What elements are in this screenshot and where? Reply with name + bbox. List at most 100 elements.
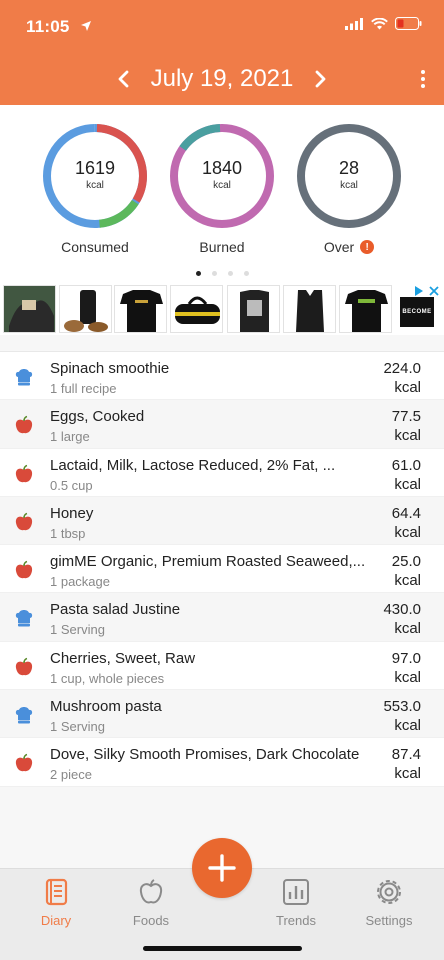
- diary-entry-row[interactable]: Honey 1 tbsp 64.4 kcal: [0, 496, 444, 546]
- more-dot: [421, 70, 425, 74]
- burned-ring-card[interactable]: 1840 kcal Burned: [167, 121, 277, 255]
- entry-kcal: 77.5: [391, 408, 421, 426]
- next-day-button[interactable]: [301, 62, 341, 96]
- page-indicator[interactable]: [0, 271, 444, 276]
- apple-icon: [14, 415, 34, 435]
- ad-product-image[interactable]: [227, 285, 280, 333]
- entry-kcal: 553.0: [383, 698, 421, 716]
- page-dot: [211, 271, 217, 276]
- entry-unit: kcal: [394, 523, 421, 541]
- entry-name: Honey: [50, 504, 94, 522]
- consumed-ring-card[interactable]: 1619 kcal Consumed: [40, 121, 150, 255]
- cellular-signal-icon: [345, 17, 364, 35]
- diary-entry-row[interactable]: Spinach smoothie 1 full recipe 224.0 kcal: [0, 352, 444, 401]
- entry-unit: kcal: [394, 620, 421, 638]
- chevron-left-icon: [118, 70, 129, 88]
- entry-kcal: 97.0: [391, 649, 421, 667]
- entry-unit: kcal: [394, 379, 421, 396]
- tab-foods[interactable]: Foods: [111, 877, 191, 928]
- home-indicator[interactable]: [143, 946, 302, 951]
- tab-settings-label: Settings: [365, 913, 413, 928]
- apple-icon: [14, 753, 34, 773]
- entry-unit: kcal: [394, 427, 421, 445]
- add-entry-button[interactable]: [192, 838, 252, 898]
- diary-entry-row[interactable]: Pasta salad Justine 1 Serving 430.0 kcal: [0, 593, 444, 642]
- over-ring-card[interactable]: 28 kcal Over !: [294, 121, 404, 255]
- warning-icon[interactable]: !: [360, 240, 375, 254]
- diary-entry-row[interactable]: Dove, Silky Smooth Promises, Dark Chocol…: [0, 738, 444, 787]
- entry-name: Dove, Silky Smooth Promises, Dark Chocol…: [50, 746, 360, 764]
- diary-entry-row[interactable]: Cherries, Sweet, Raw 1 cup, whole pieces 9…: [0, 641, 444, 691]
- ad-brand-logo[interactable]: BECOME: [400, 297, 434, 327]
- apple-icon: [14, 512, 34, 532]
- entry-unit: kcal: [394, 717, 421, 735]
- ad-choices-badge[interactable]: [413, 285, 440, 297]
- burned-unit: kcal: [213, 180, 231, 191]
- app-header: 11:05 July 19, 2021: [0, 0, 444, 105]
- apple-icon: [14, 464, 34, 484]
- ad-product-image[interactable]: [339, 285, 392, 333]
- burned-label: Burned: [199, 239, 245, 255]
- more-dot: [421, 84, 425, 88]
- page-dot-active: [195, 271, 201, 276]
- entry-name: Spinach smoothie: [50, 360, 170, 377]
- ad-banner[interactable]: BECOME: [0, 283, 444, 335]
- consumed-ring: 1619 kcal: [40, 121, 150, 231]
- entry-portion: 1 full recipe: [50, 381, 117, 396]
- burned-value: 1840: [201, 158, 243, 178]
- more-options-button[interactable]: [416, 66, 430, 92]
- wifi-icon: [371, 17, 388, 35]
- status-time: 11:05: [26, 17, 70, 36]
- ad-product-image[interactable]: [114, 285, 167, 333]
- tab-diary[interactable]: Diary: [16, 877, 96, 928]
- calorie-summary[interactable]: 1619 kcal Consumed 1840 kcal Burned 28 k…: [0, 105, 444, 283]
- ad-product-image[interactable]: [3, 285, 56, 333]
- diary-entry-row[interactable]: Eggs, Cooked 1 large 77.5 kcal: [0, 400, 444, 449]
- current-date[interactable]: July 19, 2021: [143, 65, 302, 93]
- recipe-icon: [14, 608, 34, 628]
- entry-portion: 1 tbsp: [50, 525, 86, 541]
- entry-name: Cherries, Sweet, Raw: [50, 649, 196, 667]
- ad-product-image[interactable]: [59, 285, 112, 333]
- tab-foods-label: Foods: [132, 913, 170, 928]
- plus-icon: [208, 854, 236, 882]
- tab-settings[interactable]: Settings: [349, 877, 429, 928]
- ad-info-icon: [415, 286, 423, 296]
- entry-name: Pasta salad Justine: [50, 601, 181, 619]
- entry-kcal: 61.0: [391, 456, 421, 474]
- entry-name: gimME Organic, Premium Roasted Seaweed,.…: [50, 553, 366, 571]
- apple-icon: [14, 560, 34, 580]
- entry-kcal: 64.4: [391, 504, 421, 522]
- entry-portion: 1 Serving: [50, 719, 105, 735]
- apple-icon: [14, 657, 34, 677]
- location-arrow-icon: [80, 19, 92, 37]
- previous-day-button[interactable]: [103, 62, 143, 96]
- entry-kcal: 87.4: [391, 746, 421, 764]
- recipe-icon: [14, 367, 34, 387]
- entry-name: Lactaid, Milk, Lactose Reduced, 2% Fat, …: [50, 456, 336, 474]
- entry-name: Eggs, Cooked: [50, 408, 145, 426]
- consumed-label: Consumed: [61, 239, 129, 255]
- entry-portion: 0.5 cup: [50, 477, 93, 493]
- entry-unit: kcal: [394, 572, 421, 590]
- gear-icon: [377, 880, 401, 904]
- ad-product-image[interactable]: [170, 285, 223, 333]
- ad-close-icon[interactable]: [428, 285, 440, 297]
- entry-unit: kcal: [394, 475, 421, 493]
- bar-chart-icon: [283, 879, 309, 905]
- entry-unit: kcal: [394, 765, 421, 783]
- apple-outline-icon: [139, 879, 163, 904]
- entry-portion: 1 Serving: [50, 622, 105, 638]
- burned-ring: 1840 kcal: [167, 121, 277, 231]
- ad-product-image[interactable]: [283, 285, 336, 333]
- diary-book-icon: [45, 878, 68, 906]
- entry-kcal: 224.0: [383, 360, 421, 377]
- chevron-right-icon: [315, 70, 326, 88]
- over-ring: 28 kcal: [294, 121, 404, 231]
- diary-entry-row[interactable]: Mushroom pasta 1 Serving 553.0 kcal: [0, 690, 444, 739]
- diary-entry-row[interactable]: gimME Organic, Premium Roasted Seaweed,.…: [0, 545, 444, 594]
- tab-trends[interactable]: Trends: [256, 877, 336, 928]
- diary-entry-row[interactable]: Lactaid, Milk, Lactose Reduced, 2% Fat, …: [0, 448, 444, 497]
- recipe-icon: [14, 705, 34, 725]
- page-dot: [243, 271, 249, 276]
